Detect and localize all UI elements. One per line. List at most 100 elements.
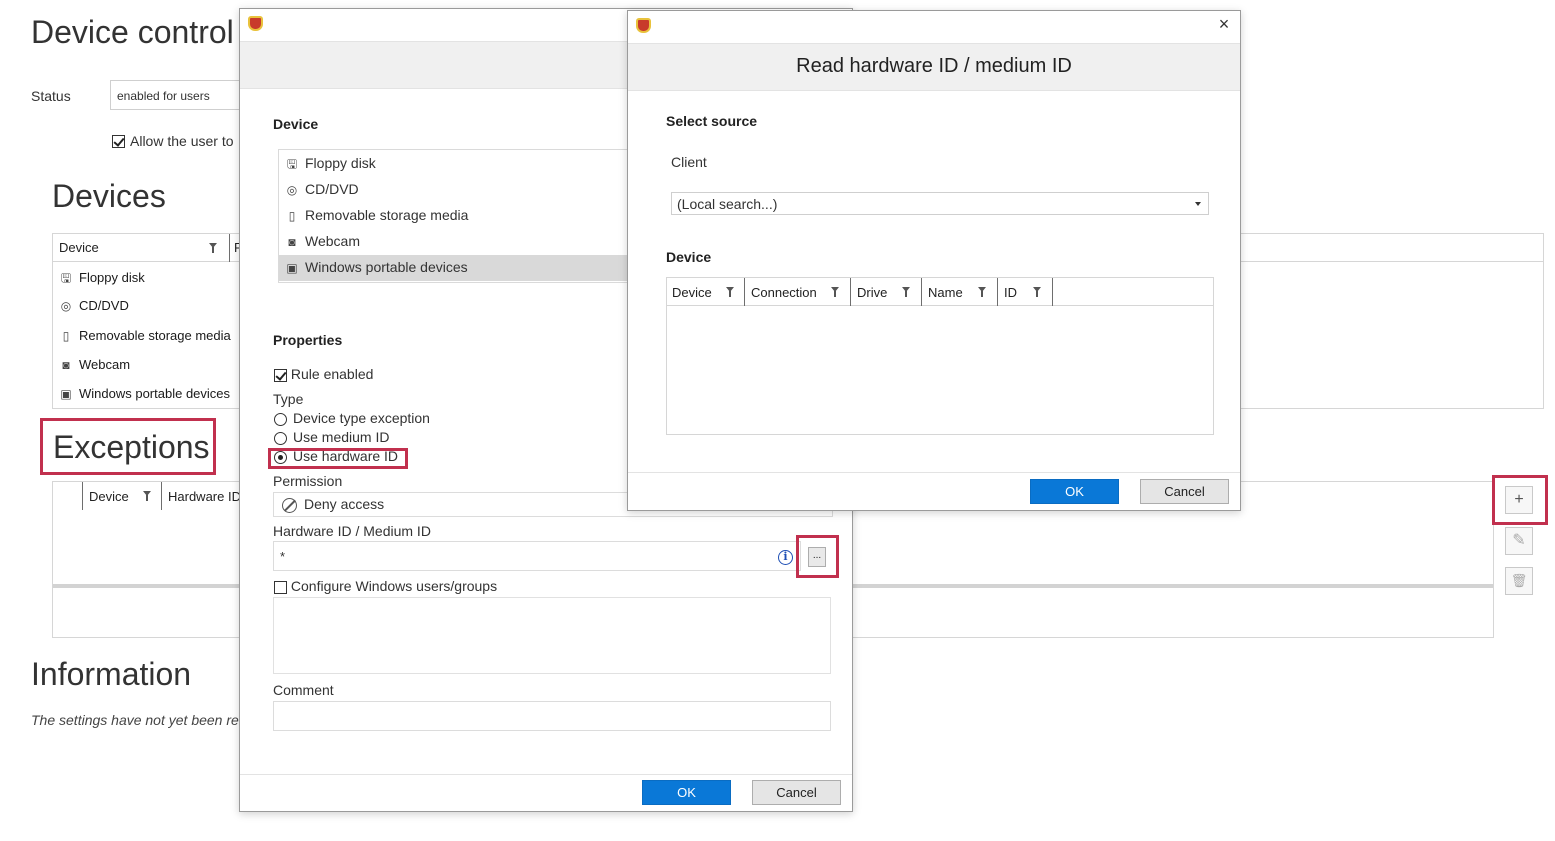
properties-section-label: Properties (273, 332, 343, 348)
devices-row-floppy[interactable]: 🖫 Floppy disk (59, 269, 145, 290)
allow-user-checkbox[interactable] (112, 134, 125, 148)
app-logo-icon (248, 16, 263, 31)
exceptions-table-header: Device Hardware ID (53, 482, 253, 510)
list-item-label: CD/DVD (305, 181, 359, 197)
select-source-label: Select source (666, 113, 758, 129)
device-section-label: Device (666, 249, 712, 265)
floppy-disk-icon: 🖫 (286, 157, 298, 171)
status-dropdown[interactable]: enabled for users (110, 80, 250, 110)
cd-dvd-icon: ◎ (286, 183, 298, 197)
ok-button[interactable]: OK (1030, 479, 1119, 504)
filter-icon[interactable] (902, 287, 910, 297)
column-header-id[interactable]: ID (1004, 285, 1017, 300)
ok-button[interactable]: OK (642, 780, 731, 805)
hardware-id-label: Hardware ID / Medium ID (273, 523, 431, 539)
status-label: Status (31, 88, 71, 104)
close-icon[interactable]: × (1216, 15, 1232, 33)
read-hardware-id-dialog: × Read hardware ID / medium ID Select so… (627, 10, 1241, 511)
radio-button[interactable] (274, 412, 287, 426)
device-row-label: Webcam (79, 357, 131, 372)
column-header-device[interactable]: Device (89, 489, 129, 504)
list-item-cddvd[interactable]: ◎ CD/DVD (279, 177, 637, 203)
column-header-device[interactable]: Device (59, 240, 99, 255)
edit-exception-button[interactable]: ✎ (1505, 527, 1533, 555)
client-dropdown[interactable]: (Local search...) (671, 192, 1209, 215)
filter-icon[interactable] (726, 287, 734, 297)
column-header-drive[interactable]: Drive (857, 285, 887, 300)
portable-device-icon: ▣ (60, 387, 72, 401)
column-header-hardware-id[interactable]: Hardware ID (168, 489, 241, 504)
column-separator (161, 482, 162, 510)
app-logo-icon (636, 18, 651, 33)
list-item-webcam[interactable]: ◙ Webcam (279, 229, 637, 255)
list-item-portable[interactable]: ▣ Windows portable devices (279, 255, 637, 281)
dialog-heading: Read hardware ID / medium ID (628, 43, 1240, 91)
users-groups-box (273, 597, 831, 674)
page-title: Device control (31, 14, 234, 50)
radio-label: Device type exception (293, 410, 430, 426)
column-header-connection[interactable]: Connection (751, 285, 817, 300)
footer-divider (628, 472, 1240, 473)
cancel-button[interactable]: Cancel (1140, 479, 1229, 504)
column-separator (744, 278, 745, 306)
radio-use-medium-id[interactable]: Use medium ID (274, 429, 389, 445)
devices-row-portable[interactable]: ▣ Windows portable devices (59, 386, 230, 401)
filter-icon[interactable] (209, 243, 217, 253)
webcam-icon: ◙ (288, 235, 296, 249)
add-button-highlight (1492, 475, 1548, 525)
device-results-table: Device Connection Drive Name ID (666, 277, 1214, 435)
configure-users-row[interactable]: Configure Windows users/groups (274, 578, 497, 594)
chevron-down-icon (1195, 202, 1201, 206)
info-icon[interactable]: i (778, 550, 793, 565)
column-separator (1052, 278, 1053, 306)
devices-row-cddvd[interactable]: ◎ CD/DVD (59, 298, 129, 313)
information-section-title: Information (31, 656, 192, 692)
deny-icon (282, 497, 297, 513)
column-header-device[interactable]: Device (672, 285, 712, 300)
floppy-disk-icon: 🖫 (60, 271, 72, 285)
rule-enabled-row[interactable]: Rule enabled (274, 366, 373, 382)
comment-label: Comment (273, 682, 334, 698)
trash-icon: 🗑 (1510, 573, 1528, 588)
webcam-icon: ◙ (62, 358, 70, 372)
hardware-id-highlight (268, 448, 408, 469)
device-row-label: Floppy disk (79, 270, 145, 285)
hardware-id-input[interactable]: * (273, 541, 801, 571)
column-separator (82, 482, 83, 510)
list-item-label: Webcam (305, 233, 360, 249)
configure-users-checkbox[interactable] (274, 580, 287, 594)
delete-exception-button[interactable]: 🗑 (1505, 567, 1533, 595)
filter-icon[interactable] (143, 491, 151, 501)
browse-button-highlight (796, 535, 839, 578)
column-separator (229, 234, 230, 262)
devices-row-webcam[interactable]: ◙ Webcam (59, 357, 130, 372)
devices-row-removable[interactable]: ▯ Removable storage media (59, 328, 231, 343)
comment-input[interactable] (273, 701, 831, 731)
devices-section-title: Devices (52, 178, 166, 214)
list-item-floppy[interactable]: 🖫 Floppy disk (279, 151, 637, 177)
allow-user-checkbox-row[interactable]: Allow the user to (112, 132, 234, 149)
rule-enabled-label: Rule enabled (290, 366, 374, 382)
cancel-button[interactable]: Cancel (752, 780, 841, 805)
filter-icon[interactable] (1033, 287, 1041, 297)
filter-icon[interactable] (978, 287, 986, 297)
device-results-table-header: Device Connection Drive Name ID (667, 278, 1213, 306)
device-row-label: Windows portable devices (79, 386, 231, 401)
column-separator (921, 278, 922, 306)
usb-storage-icon: ▯ (62, 329, 70, 343)
column-separator (997, 278, 998, 306)
column-header-name[interactable]: Name (928, 285, 963, 300)
radio-button[interactable] (274, 431, 287, 445)
usb-storage-icon: ▯ (288, 209, 296, 223)
filter-icon[interactable] (831, 287, 839, 297)
rule-enabled-checkbox[interactable] (274, 368, 287, 382)
list-item-removable[interactable]: ▯ Removable storage media (279, 203, 637, 229)
radio-device-type-exception[interactable]: Device type exception (274, 410, 430, 426)
permission-label: Permission (273, 473, 343, 489)
device-list: 🖫 Floppy disk ◎ CD/DVD ▯ Removable storage … (278, 149, 638, 283)
information-text: The settings have not yet been re (31, 712, 239, 728)
dialog-titlebar[interactable] (628, 11, 1240, 41)
cd-dvd-icon: ◎ (60, 299, 72, 313)
exceptions-section-title: Exceptions (40, 418, 216, 475)
device-row-label: CD/DVD (79, 298, 129, 313)
